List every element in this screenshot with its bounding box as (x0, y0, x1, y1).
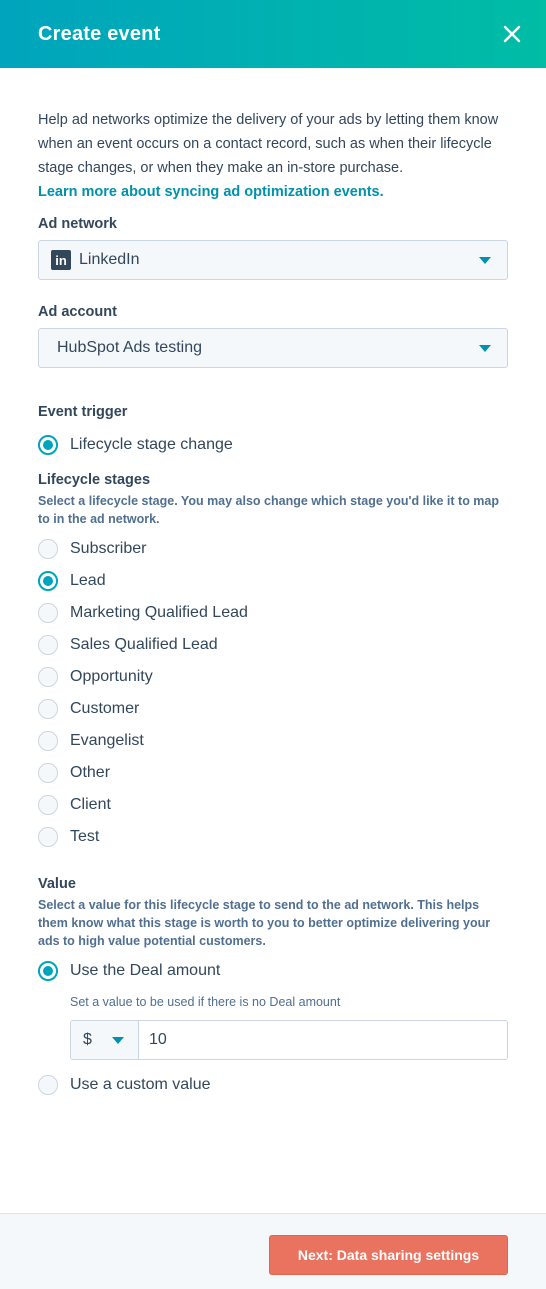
modal-header: Create event (0, 0, 546, 68)
radio-label: Customer (70, 700, 140, 717)
radio-lifecycle-stage-change[interactable]: Lifecycle stage change (38, 435, 233, 455)
radio-evangelist[interactable]: Evangelist (38, 731, 144, 751)
ad-account-label: Ad account (38, 304, 117, 320)
radio-use-deal-amount[interactable]: Use the Deal amount (38, 961, 220, 981)
radio-label: Opportunity (70, 668, 153, 685)
ad-network-label: Ad network (38, 216, 117, 232)
radio-label: Lead (70, 572, 106, 589)
radio-label: Use a custom value (70, 1076, 211, 1093)
radio-label: Client (70, 796, 111, 813)
radio-label: Use the Deal amount (70, 962, 221, 979)
radio-button[interactable] (38, 699, 58, 719)
modal-footer: Next: Data sharing settings (0, 1213, 546, 1289)
chevron-down-icon (479, 345, 491, 352)
radio-button[interactable] (38, 827, 58, 847)
ad-network-value: LinkedIn (79, 251, 140, 268)
ad-account-value: HubSpot Ads testing (57, 339, 202, 356)
radio-test[interactable]: Test (38, 827, 99, 847)
radio-button[interactable] (38, 603, 58, 623)
radio-button[interactable] (38, 795, 58, 815)
close-icon (503, 25, 521, 43)
ad-account-select[interactable]: HubSpot Ads testing (38, 328, 508, 368)
linkedin-icon: in (51, 250, 71, 270)
radio-label: Marketing Qualified Lead (70, 604, 248, 621)
intro-text: Help ad networks optimize the delivery o… (38, 112, 499, 176)
lifecycle-stages-help: Select a lifecycle stage. You may also c… (38, 494, 500, 526)
value-help: Select a value for this lifecycle stage … (38, 898, 491, 948)
chevron-down-icon (112, 1037, 124, 1044)
radio-label: Evangelist (70, 732, 144, 749)
default-value-input-group: $ (70, 1020, 508, 1060)
radio-lead[interactable]: Lead (38, 571, 106, 591)
radio-label: Sales Qualified Lead (70, 636, 218, 653)
next-data-sharing-settings-button[interactable]: Next: Data sharing settings (269, 1235, 508, 1275)
learn-more-link[interactable]: Learn more about syncing ad optimization… (38, 180, 508, 204)
radio-sales-qualified-lead[interactable]: Sales Qualified Lead (38, 635, 218, 655)
radio-customer[interactable]: Customer (38, 699, 139, 719)
radio-button[interactable] (38, 435, 58, 455)
currency-select[interactable]: $ (71, 1021, 139, 1059)
radio-subscriber[interactable]: Subscriber (38, 539, 146, 559)
ad-network-select[interactable]: in LinkedIn (38, 240, 508, 280)
radio-button[interactable] (38, 539, 58, 559)
intro-section: Help ad networks optimize the delivery o… (38, 108, 508, 204)
lifecycle-stages-label: Lifecycle stages (38, 472, 151, 488)
radio-button[interactable] (38, 731, 58, 751)
radio-button[interactable] (38, 571, 58, 591)
default-value-hint: Set a value to be used if there is no De… (70, 995, 341, 1009)
radio-button[interactable] (38, 763, 58, 783)
radio-other[interactable]: Other (38, 763, 110, 783)
event-trigger-label: Event trigger (38, 404, 128, 420)
modal-title: Create event (38, 22, 161, 45)
radio-label: Subscriber (70, 540, 147, 557)
radio-label: Test (70, 828, 100, 845)
value-label: Value (38, 876, 76, 892)
radio-label: Lifecycle stage change (70, 436, 233, 453)
radio-button[interactable] (38, 635, 58, 655)
radio-opportunity[interactable]: Opportunity (38, 667, 153, 687)
radio-use-custom-value[interactable]: Use a custom value (38, 1075, 211, 1095)
close-button[interactable] (498, 20, 526, 48)
radio-button[interactable] (38, 961, 58, 981)
currency-value: $ (83, 1031, 92, 1048)
radio-button[interactable] (38, 1075, 58, 1095)
chevron-down-icon (479, 257, 491, 264)
radio-marketing-qualified-lead[interactable]: Marketing Qualified Lead (38, 603, 248, 623)
radio-button[interactable] (38, 667, 58, 687)
amount-input[interactable] (139, 1021, 507, 1059)
radio-label: Other (70, 764, 111, 781)
radio-client[interactable]: Client (38, 795, 111, 815)
